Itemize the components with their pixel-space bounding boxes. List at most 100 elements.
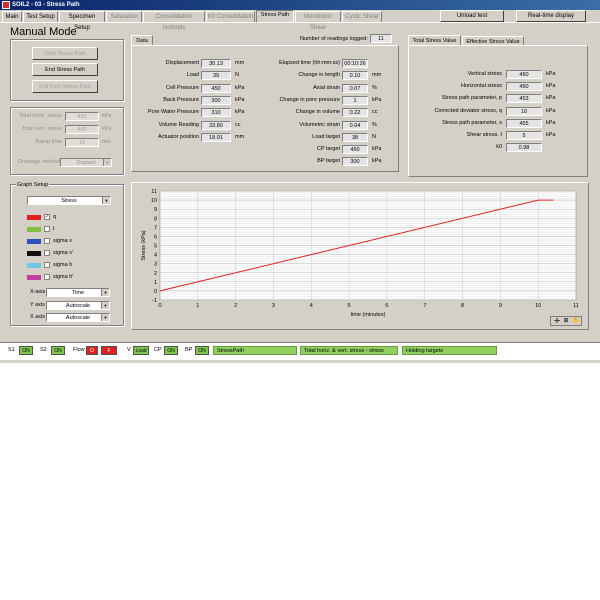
x-axis-title: time (minutes): [351, 312, 386, 318]
drainage-method-select[interactable]: Drained ▼: [60, 158, 112, 167]
series-color-swatch: [27, 227, 41, 232]
flow-label: Flow: [73, 347, 85, 353]
horiz-stress-label: Total horiz. stress: [19, 113, 62, 119]
tab-saturation[interactable]: Saturation: [106, 11, 142, 22]
reading-label: Displacement: [165, 60, 199, 66]
reading-label: Pore Water Pressure: [147, 109, 199, 116]
series-color-swatch: [27, 251, 41, 256]
derived-label: Change in length: [298, 72, 340, 79]
vert-stress-unit: kPa: [102, 126, 112, 132]
window-title: SOIL2 - 03 - Stress Path: [12, 2, 80, 8]
reading-unit: kPa: [235, 109, 245, 116]
graph-mode-select[interactable]: Stress ▼: [27, 196, 111, 205]
y-tick-label: -1: [152, 298, 157, 304]
graph-palette: ✛ ⊞ ✋: [550, 316, 582, 326]
derived-value: 0.07: [342, 83, 368, 93]
series-checkbox[interactable]: [44, 274, 50, 280]
chevron-down-icon: ▼: [101, 302, 109, 309]
exit-stress-path-button[interactable]: Exit from Stress Path: [32, 80, 98, 93]
derived-unit: %: [372, 84, 377, 91]
series-label: sigma h: [53, 262, 73, 268]
series-color-swatch: [27, 263, 41, 268]
derived-value: 00:10:26: [342, 59, 368, 68]
realtime-display-button[interactable]: Real-time display: [516, 10, 586, 22]
stress-time-chart: 0 1 2 3 4 5 6 7 8 9 10 11-101234567891011time (minu…: [141, 189, 579, 318]
tab-total-stress[interactable]: Total Stress Value: [408, 35, 461, 45]
stress-value: 460: [506, 70, 542, 79]
ramp-time-field[interactable]: 10: [65, 138, 99, 147]
series-checkbox[interactable]: [44, 250, 50, 256]
crosshair-icon[interactable]: ✛: [553, 318, 561, 325]
x-tick-label: 7: [423, 303, 426, 309]
stress-unit: kPa: [546, 95, 556, 102]
stress-label: k0: [496, 144, 502, 151]
stress-label: Vertical stress: [467, 71, 502, 77]
derived-unit: mm: [372, 72, 382, 79]
stress-value: 453: [506, 94, 542, 104]
horiz-stress-field[interactable]: 450: [65, 112, 99, 121]
x-tick-label: 11: [573, 303, 579, 309]
s2-label: S2: [40, 347, 47, 353]
y-axis-scale-select[interactable]: Autoscale ▼: [46, 301, 110, 310]
horiz-stress-unit: kPa: [102, 113, 112, 119]
x-axis-select[interactable]: Time ▼: [46, 288, 110, 297]
chevron-down-icon: ▼: [101, 289, 109, 296]
x-tick-label: 10: [535, 303, 541, 309]
status-bar: S1 ON S2 ON Flow O F V Load CP ON BP ON …: [0, 342, 600, 360]
stress-unit: kPa: [546, 119, 556, 126]
derived-label: Axial strain: [313, 84, 340, 91]
x-tick-label: 6: [385, 303, 388, 309]
x-axis-label: X-axis: [30, 289, 46, 295]
title-bar: SOIL2 - 03 - Stress Path: [0, 0, 600, 10]
vert-stress-field[interactable]: 460: [65, 125, 99, 134]
tab-cyclic-shear[interactable]: Cyclic Shear: [342, 11, 382, 22]
end-stress-path-button[interactable]: End Stress Path: [32, 63, 98, 76]
graph-mode-value: Stress: [61, 198, 77, 204]
x-tick-label: 1: [196, 303, 199, 309]
tab-consolidation-isotropic[interactable]: Consolidation Isotropic: [143, 11, 205, 31]
x-tick-label: 3: [272, 303, 275, 309]
drainage-method-value: Drained: [76, 160, 96, 166]
tab-k0-consolidation[interactable]: K0 Consolidation: [206, 11, 255, 22]
stress-unit: kPa: [546, 107, 556, 114]
v-label: V: [127, 347, 131, 353]
y-axis-scale-value: Autoscale: [65, 303, 91, 309]
unload-test-button[interactable]: Unload test: [440, 10, 504, 22]
derived-value: 450: [342, 145, 368, 155]
x-axis-scale-select[interactable]: Autoscale ▼: [46, 313, 110, 322]
x-tick-label: 8: [461, 303, 464, 309]
series-checkbox[interactable]: [44, 226, 50, 232]
stress-unit: kPa: [546, 132, 556, 138]
y-tick-label: 3: [154, 262, 157, 268]
stress-unit: kPa: [546, 71, 556, 77]
tab-specimen-setup[interactable]: Specimen Setup: [59, 11, 105, 31]
reading-label: Back Pressure: [163, 96, 199, 103]
s2-indicator: ON: [51, 346, 65, 355]
derived-value: 0.10: [342, 71, 368, 81]
series-checkbox[interactable]: [44, 238, 50, 244]
vert-stress-label: Total vert. stress: [21, 126, 62, 132]
x-tick-label: 0: [158, 303, 161, 309]
y-tick-label: 10: [151, 198, 157, 204]
stress-label: Shear stress, t: [466, 132, 502, 138]
series-checkbox[interactable]: [44, 262, 50, 268]
tab-test-setup[interactable]: Test Setup: [23, 11, 58, 22]
series-checkbox[interactable]: ✓: [44, 214, 50, 220]
tab-stress-path[interactable]: Stress Path: [256, 10, 294, 23]
pan-hand-icon[interactable]: ✋: [572, 318, 580, 325]
zoom-icon[interactable]: ⊞: [562, 318, 570, 325]
graph-setup-title: Graph Setup: [16, 182, 50, 188]
tab-main[interactable]: Main: [2, 11, 22, 22]
tab-data[interactable]: Data: [131, 35, 153, 45]
y-tick-label: 0: [154, 289, 157, 295]
start-stress-path-button[interactable]: Start Stress Path: [32, 47, 98, 60]
y-tick-label: 5: [154, 244, 157, 250]
chart-panel: 0 1 2 3 4 5 6 7 8 9 10 11 -1 0 1 2 3 4 5 6 7 8 9 10 11 time (minu…: [131, 182, 589, 330]
y-tick-label: 11: [151, 189, 157, 195]
derived-label: Change in pore pressure: [279, 96, 340, 103]
tab-monotonic-shear[interactable]: Monotonic Shear: [295, 11, 341, 31]
reading-value: 33.80: [201, 120, 231, 130]
cp-label: CP: [154, 347, 162, 353]
derived-value: 1: [342, 95, 368, 105]
x-tick-label: 9: [499, 303, 502, 309]
